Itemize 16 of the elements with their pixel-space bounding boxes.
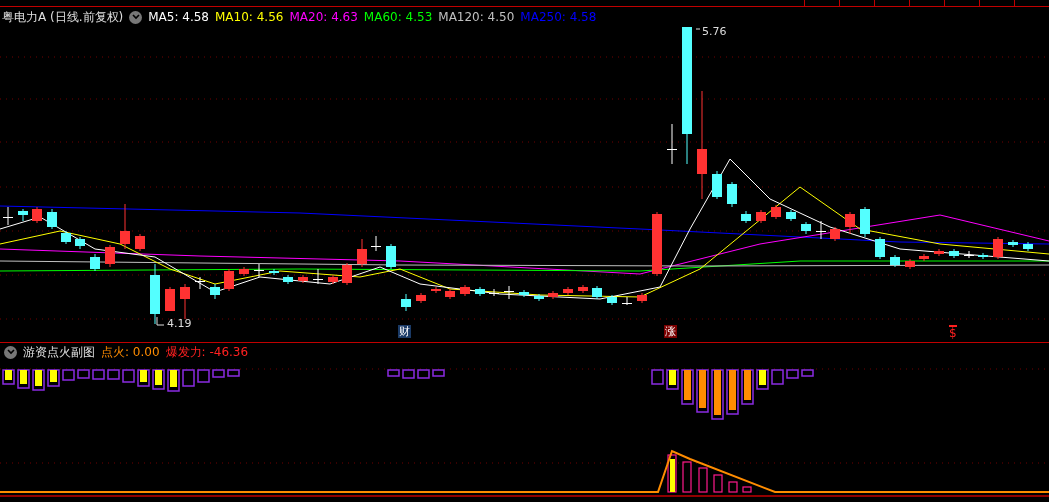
stock-title: 粤电力A (日线.前复权)	[2, 8, 124, 26]
indicator-value: MA60: 4.53	[363, 10, 433, 24]
indicator-value: MA20: 4.63	[289, 10, 358, 24]
indicator-value: 爆发力: -46.36	[165, 343, 249, 361]
event-marker[interactable]: 财	[398, 325, 411, 338]
indicator-value: MA10: 4.56	[215, 10, 284, 24]
event-marker[interactable]: 涨	[664, 325, 677, 338]
indicator-title: 游资点火副图	[23, 343, 95, 361]
price-label: 5.76	[702, 25, 727, 38]
dropdown-icon[interactable]	[129, 10, 143, 24]
indicator-value: MA120: 4.50	[438, 10, 515, 24]
dropdown-icon[interactable]	[4, 345, 17, 359]
price-label: 4.19	[167, 317, 192, 330]
indicator-value: MA250: 4.58	[520, 10, 597, 24]
indicator-value: 点火: 0.00	[101, 343, 160, 361]
indicator-value: MA5: 4.58	[148, 10, 209, 24]
